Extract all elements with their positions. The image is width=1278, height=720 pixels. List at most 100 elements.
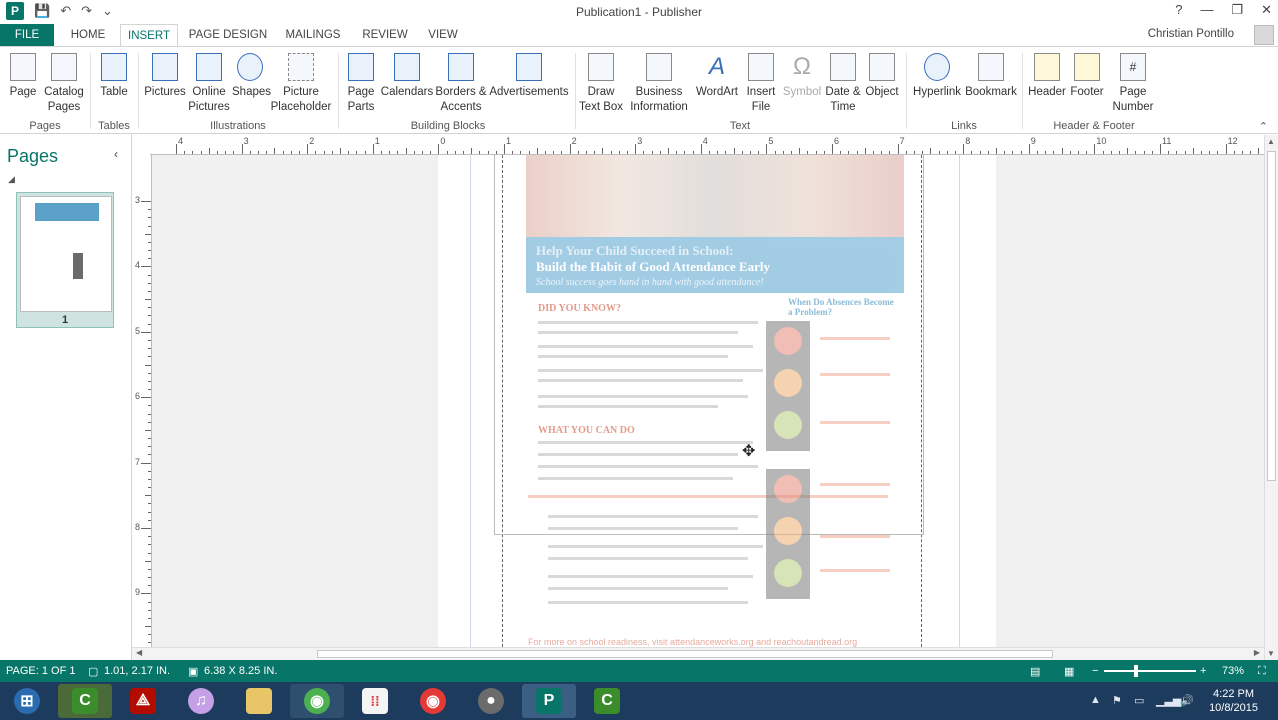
horizontal-scrollbar[interactable]: ◀ ▶ <box>132 647 1264 660</box>
ruler-tick <box>1201 151 1202 154</box>
redo-icon[interactable]: ↷ <box>81 3 92 19</box>
vertical-scroll-thumb[interactable] <box>1267 151 1276 481</box>
fit-page-icon[interactable]: ⛶ <box>1258 665 1266 678</box>
network-icon[interactable]: ▁▃▅ <box>1156 694 1181 707</box>
tab-review[interactable]: REVIEW <box>358 24 412 46</box>
publication-page[interactable]: Help Your Child Succeed in School: Build… <box>438 155 996 647</box>
scroll-down-icon[interactable]: ▼ <box>1267 649 1275 658</box>
shapes-button[interactable]: Shapes <box>232 53 271 100</box>
save-icon[interactable]: 💾 <box>34 3 50 19</box>
hyperlink-button[interactable]: Hyperlink <box>910 53 964 100</box>
taskbar-app[interactable]: ● <box>464 684 518 718</box>
wordart-button[interactable]: A WordArt <box>694 53 740 100</box>
help-button[interactable]: ? <box>1175 2 1182 18</box>
object-size[interactable]: 6.38 X 8.25 IN. <box>204 665 277 677</box>
taskbar-itunes[interactable]: ♫ <box>174 684 228 718</box>
insert-file-button[interactable]: Insert File <box>742 53 780 115</box>
online-pictures-button[interactable]: Online Pictures <box>188 53 230 115</box>
ruler-tick <box>1094 144 1096 154</box>
thumbnail-page-preview <box>20 196 112 312</box>
footer-button[interactable]: Footer <box>1068 53 1106 100</box>
flag-icon[interactable]: ⚑ <box>1112 694 1122 707</box>
system-clock[interactable]: 4:22 PM 10/8/2015 <box>1209 687 1258 715</box>
ruler-tick <box>971 151 973 154</box>
collapse-panel-icon[interactable]: ‹ <box>114 147 118 161</box>
group-separator <box>90 53 91 129</box>
vertical-scrollbar[interactable]: ▲ ▼ <box>1264 135 1278 660</box>
borders-accents-button[interactable]: Borders & Accents <box>434 53 488 115</box>
scroll-right-icon[interactable]: ▶ <box>1254 648 1260 657</box>
user-name[interactable]: Christian Pontillo <box>1148 28 1234 40</box>
zoom-slider-knob[interactable] <box>1134 665 1138 677</box>
calendars-icon <box>394 53 420 81</box>
taskbar-app-grid[interactable]: ⁞⁞ <box>348 684 402 718</box>
taskbar-acrobat[interactable]: ⟁ <box>116 684 170 718</box>
group-label-text: Text <box>729 120 751 132</box>
taskbar-publisher[interactable]: P <box>522 684 576 718</box>
object-button[interactable]: Object <box>864 53 900 100</box>
scroll-up-icon[interactable]: ▲ <box>1267 137 1275 146</box>
two-page-view-icon[interactable]: ▦ <box>1064 665 1074 678</box>
taskbar-file-explorer[interactable] <box>232 684 286 718</box>
status-bar: PAGE: 1 OF 1 ▢ 1.01, 2.17 IN. ▣ 6.38 X 8… <box>0 660 1278 682</box>
picture-placeholder-button[interactable]: Picture Placeholder <box>270 53 332 115</box>
document-canvas[interactable]: Help Your Child Succeed in School: Build… <box>152 155 1264 647</box>
horizontal-ruler[interactable]: 4 3 2 1 0 1 2 3 4 5 6 7 8 9 10 11 12 <box>150 135 1276 155</box>
title-banner[interactable]: Help Your Child Succeed in School: Build… <box>526 237 904 293</box>
advertisements-button[interactable]: Advertisements <box>488 53 570 100</box>
page-button[interactable]: Page <box>6 53 40 100</box>
taskbar-chrome[interactable]: ◉ <box>290 684 344 718</box>
scroll-left-icon[interactable]: ◀ <box>136 648 142 657</box>
catalog-pages-button[interactable]: Catalog Pages <box>42 53 86 115</box>
object-position[interactable]: 1.01, 2.17 IN. <box>104 665 170 677</box>
single-page-view-icon[interactable]: ▤ <box>1030 665 1040 678</box>
table-button[interactable]: Table <box>96 53 132 100</box>
show-hidden-icons-icon[interactable]: ▲ <box>1090 694 1101 706</box>
date-time-button[interactable]: Date & Time <box>824 53 862 115</box>
symbol-button[interactable]: Ω Symbol <box>782 53 822 100</box>
ruler-tick <box>148 544 151 546</box>
ruler-tick <box>504 144 505 154</box>
undo-icon[interactable]: ↶ <box>60 3 71 19</box>
page-thumbnail[interactable]: 1 <box>16 192 114 328</box>
business-information-button[interactable]: Business Information <box>626 53 692 115</box>
close-button[interactable]: ✕ <box>1261 2 1272 18</box>
tab-home[interactable]: HOME <box>62 24 114 46</box>
draw-text-box-button[interactable]: Draw Text Box <box>578 53 624 115</box>
calendars-button[interactable]: Calendars <box>380 53 434 100</box>
traffic-light-image[interactable] <box>766 321 810 451</box>
tab-mailings[interactable]: MAILINGS <box>280 24 346 46</box>
traffic-light-image[interactable] <box>766 469 810 599</box>
tab-view[interactable]: VIEW <box>422 24 464 46</box>
header-button[interactable]: Header <box>1026 53 1068 100</box>
pictures-button[interactable]: Pictures <box>144 53 186 100</box>
customize-icon[interactable]: ⌄ <box>102 3 113 19</box>
header-photo[interactable] <box>526 155 904 237</box>
bookmark-button[interactable]: Bookmark <box>964 53 1018 100</box>
taskbar-chrome-2[interactable]: ◉ <box>406 684 460 718</box>
volume-icon[interactable]: 🔊 <box>1180 694 1194 707</box>
expand-triangle-icon[interactable]: ◢ <box>8 174 15 185</box>
vertical-ruler[interactable]: 3 4 5 6 7 8 9 <box>132 155 152 652</box>
device-icon[interactable]: ▭ <box>1134 694 1144 707</box>
page-parts-button[interactable]: Page Parts <box>344 53 378 115</box>
collapse-ribbon-icon[interactable]: ⌃ <box>1259 120 1268 133</box>
zoom-in-icon[interactable]: + <box>1200 665 1206 677</box>
tab-insert[interactable]: INSERT <box>120 24 178 46</box>
zoom-out-icon[interactable]: − <box>1092 665 1098 677</box>
restore-button[interactable]: ❐ <box>1231 2 1243 18</box>
ruler-tick <box>643 151 645 154</box>
minimize-button[interactable]: — <box>1200 2 1213 18</box>
start-button[interactable]: ⊞ <box>0 684 54 718</box>
taskbar-camtasia[interactable]: C <box>580 684 634 718</box>
page-indicator[interactable]: PAGE: 1 OF 1 <box>6 665 76 677</box>
zoom-slider[interactable] <box>1104 670 1196 672</box>
taskbar-camtasia-recorder[interactable]: C <box>58 684 112 718</box>
tab-file[interactable]: FILE <box>0 24 54 46</box>
horizontal-scroll-thumb[interactable] <box>317 650 1053 658</box>
tab-page-design[interactable]: PAGE DESIGN <box>186 24 270 46</box>
page-number-button[interactable]: # Page Number <box>1106 53 1160 115</box>
avatar[interactable] <box>1254 25 1274 45</box>
footer-note: For more on school readiness, visit atte… <box>528 637 858 647</box>
zoom-level[interactable]: 73% <box>1222 665 1244 677</box>
